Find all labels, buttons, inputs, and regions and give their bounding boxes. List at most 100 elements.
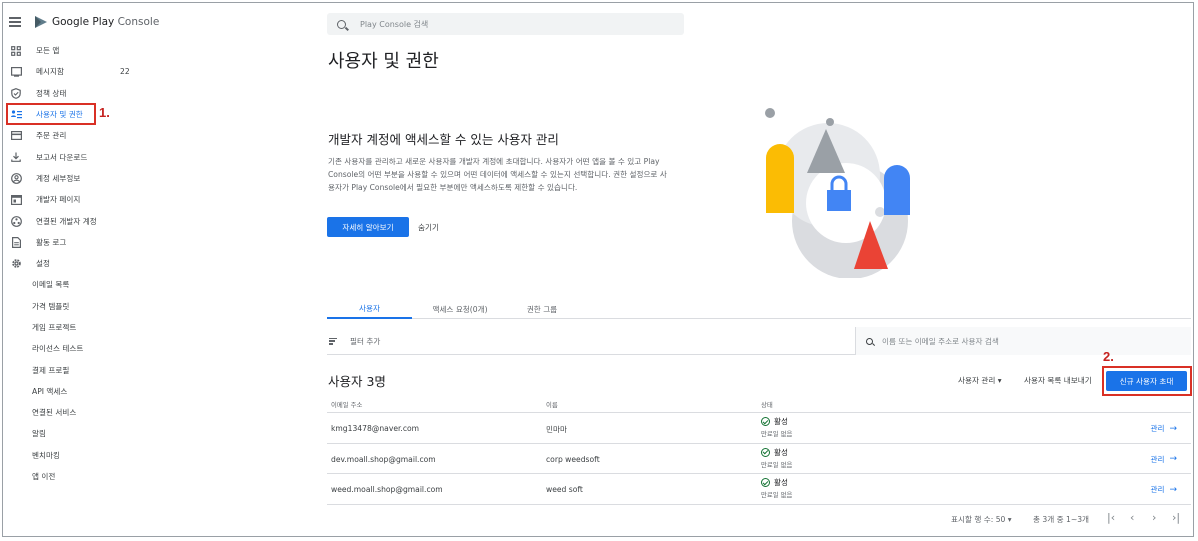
manage-user-link[interactable]: 관리 → (1150, 484, 1177, 495)
sidebar-item-policy-status[interactable]: 정책 상태 (3, 83, 203, 104)
sidebar-subitem-label: 앱 이전 (32, 472, 56, 482)
sidebar-item-linked-developer-accounts[interactable]: 연결된 개발자 계정 (3, 210, 203, 231)
web-page-icon (10, 194, 22, 206)
previous-page-icon[interactable]: ‹ (1130, 511, 1134, 524)
hero-title: 개발자 계정에 액세스할 수 있는 사용자 관리 (328, 132, 559, 147)
sidebar-subitem-label: 연결된 서비스 (32, 408, 77, 418)
column-header-name[interactable]: 이름 (546, 400, 558, 409)
linked-accounts-icon (10, 215, 22, 227)
next-page-icon[interactable]: › (1152, 511, 1156, 524)
sidebar-item-activity-log[interactable]: 활동 로그 (3, 232, 203, 253)
document-icon (10, 236, 22, 248)
sidebar-item-label: 주문 관리 (36, 131, 67, 141)
table-header: 이메일 주소 이름 상태 (327, 396, 1191, 413)
sidebar: Google Play Console 모든 앱 메시지함 22 정책 상태 사… (3, 3, 203, 538)
manage-user-link[interactable]: 관리 → (1150, 454, 1177, 465)
sidebar-subitem-app-transfer[interactable]: 앱 이전 (3, 466, 203, 487)
hero-description: 기존 사용자를 관리하고 새로운 사용자를 개발자 계정에 초대합니다. 사용자… (328, 157, 667, 193)
manage-user-link[interactable]: 관리 → (1150, 423, 1177, 434)
table-row[interactable]: weed.moall.shop@gmail.com weed soft 활성 만… (327, 474, 1191, 505)
add-filter-button[interactable]: 필터 추가 (329, 327, 380, 355)
users-illustration (765, 108, 910, 278)
sidebar-subitem-game-projects[interactable]: 게임 프로젝트 (3, 317, 203, 338)
column-header-status[interactable]: 상태 (761, 400, 773, 409)
sidebar-subitem-notifications[interactable]: 알림 (3, 423, 203, 444)
last-page-icon[interactable]: ›| (1172, 511, 1180, 524)
hide-button[interactable]: 숨기기 (418, 217, 439, 237)
sidebar-subitem-linked-services[interactable]: 연결된 서비스 (3, 402, 203, 423)
search-icon (866, 337, 873, 345)
user-search-input[interactable]: 이름 또는 이메일 주소로 사용자 검색 (855, 327, 1191, 355)
annotation-step2: 2. (1103, 349, 1114, 364)
sidebar-subitem-license-testing[interactable]: 라이선스 테스트 (3, 338, 203, 359)
shield-icon (10, 87, 22, 99)
user-search-placeholder: 이름 또는 이메일 주소로 사용자 검색 (882, 336, 999, 346)
check-circle-icon (761, 417, 770, 426)
tab-permission-groups[interactable]: 권한 그룹 (507, 299, 577, 319)
check-circle-icon (761, 478, 770, 487)
learn-more-button[interactable]: 자세히 알아보기 (327, 217, 409, 237)
search-icon (337, 19, 346, 29)
search-input[interactable]: Play Console 검색 (327, 13, 684, 35)
download-icon (10, 151, 22, 163)
sidebar-item-label: 메시지함 (36, 67, 64, 77)
sidebar-subitem-api-access[interactable]: API 액세스 (3, 381, 203, 402)
user-status: 활성 만료일 없음 (761, 416, 792, 438)
sidebar-item-order-management[interactable]: 주문 관리 (3, 125, 203, 146)
rows-per-page-select[interactable]: 표시할 행 수: 50 ▾ (951, 514, 1012, 525)
sidebar-item-settings[interactable]: 설정 (3, 253, 203, 274)
sidebar-subitem-email-lists[interactable]: 이메일 목록 (3, 274, 203, 295)
column-header-email[interactable]: 이메일 주소 (331, 400, 362, 409)
menu-icon[interactable] (9, 17, 21, 27)
annotation-step1: 1. (99, 105, 110, 120)
sidebar-item-label: 개발자 페이지 (36, 195, 81, 205)
user-email: kmg13478@naver.com (331, 424, 420, 433)
tab-users[interactable]: 사용자 (327, 299, 412, 319)
user-status: 활성 만료일 없음 (761, 477, 792, 499)
apps-grid-icon (10, 45, 22, 57)
sidebar-item-label: 정책 상태 (36, 88, 67, 98)
arrow-right-icon: → (1169, 454, 1177, 464)
sidebar-subitem-label: 벤치마킹 (32, 450, 60, 460)
play-console-logo-icon (35, 16, 47, 28)
table-row[interactable]: kmg13478@naver.com 민마마 활성 만료일 없음 관리 → (327, 413, 1191, 444)
status-label: 활성 (774, 417, 788, 426)
sidebar-subitem-label: 알림 (32, 429, 46, 439)
sidebar-item-account-details[interactable]: 계정 세부정보 (3, 168, 203, 189)
tab-bar: 사용자 액세스 요청(0개) 권한 그룹 (327, 299, 1191, 319)
expiry-label: 만료일 없음 (761, 460, 793, 469)
pagination-count: 총 3개 중 1~3개 (1033, 515, 1090, 524)
sidebar-item-all-apps[interactable]: 모든 앱 (3, 40, 203, 61)
export-users-button[interactable]: 사용자 목록 내보내기 (1024, 375, 1092, 386)
sidebar-item-label: 계정 세부정보 (36, 173, 81, 183)
sidebar-subitem-payments-profile[interactable]: 결제 프로필 (3, 359, 203, 380)
highlight-box-step1 (6, 103, 96, 125)
user-name: corp weedsoft (546, 454, 600, 464)
manage-users-dropdown[interactable]: 사용자 관리 ▾ (958, 375, 1002, 386)
sidebar-item-label: 연결된 개발자 계정 (36, 216, 97, 226)
sidebar-subitem-label: 게임 프로젝트 (32, 323, 77, 332)
manage-label: 관리 (1150, 424, 1165, 433)
manage-label: 관리 (1150, 454, 1165, 464)
sidebar-subitem-label: 라이선스 테스트 (32, 344, 84, 354)
sidebar-item-download-reports[interactable]: 보고서 다운로드 (3, 146, 203, 167)
arrow-right-icon: → (1169, 423, 1177, 434)
sidebar-subitem-pricing-templates[interactable]: 가격 템플릿 (3, 296, 203, 317)
pagination: 표시할 행 수: 50 ▾ 총 3개 중 1~3개 |‹ ‹ › ›| (327, 511, 1191, 527)
user-email: weed.moall.shop@gmail.com (331, 485, 443, 494)
sidebar-item-developer-page[interactable]: 개발자 페이지 (3, 189, 203, 210)
expiry-label: 만료일 없음 (761, 430, 793, 438)
status-label: 활성 (774, 447, 788, 457)
sidebar-subitem-label: 결제 프로필 (32, 365, 70, 375)
tab-access-requests[interactable]: 액세스 요청(0개) (415, 299, 505, 319)
sidebar-item-label: 활동 로그 (36, 237, 67, 247)
page-title: 사용자 및 권한 (328, 51, 439, 72)
user-status: 활성 만료일 없음 (761, 447, 792, 469)
first-page-icon[interactable]: |‹ (1107, 511, 1115, 524)
status-label: 활성 (774, 478, 788, 487)
highlight-box-step2 (1102, 366, 1192, 396)
account-circle-icon (10, 172, 22, 184)
table-row[interactable]: dev.moall.shop@gmail.com corp weedsoft 활… (327, 444, 1191, 474)
sidebar-item-inbox[interactable]: 메시지함 22 (3, 61, 203, 82)
sidebar-subitem-benchmarking[interactable]: 벤치마킹 (3, 445, 203, 466)
